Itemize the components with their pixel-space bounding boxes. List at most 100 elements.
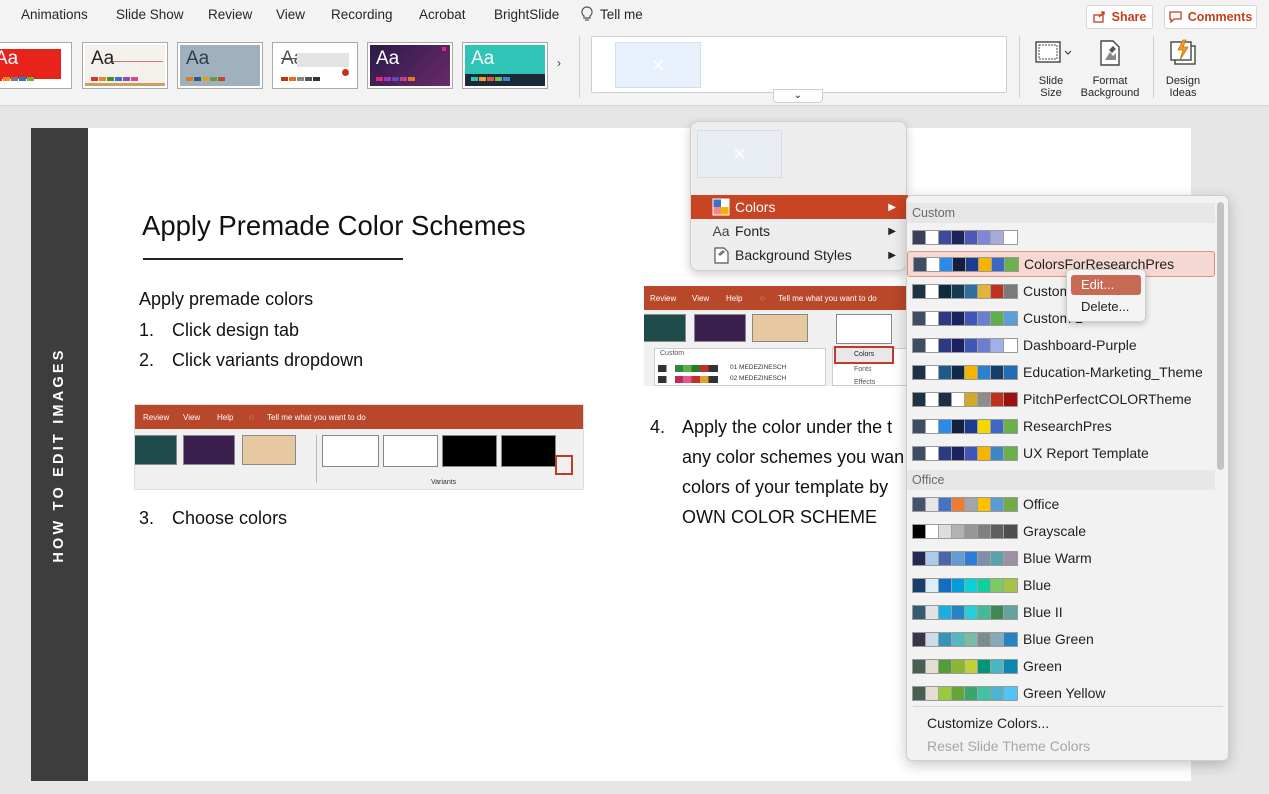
color-swatch <box>991 524 1004 538</box>
color-scheme-row[interactable]: ColorsForResearchPres <box>907 251 1215 277</box>
edit-menu-item[interactable]: Edit... <box>1071 275 1141 295</box>
shot2-row-1: 01 MEDEZINESCH <box>730 364 787 371</box>
variants-more-button[interactable]: ⌄ <box>773 89 823 103</box>
design-ideas-button[interactable]: Design Ideas <box>1161 38 1205 99</box>
step-4-line-3: colors of your template by <box>682 477 889 497</box>
color-scheme-row[interactable]: Blue <box>907 572 1215 598</box>
step-2-text: Click variants dropdown <box>172 350 364 370</box>
colors-menu-screenshot: Review View Help ◌ Tell me what you want… <box>644 286 934 386</box>
color-swatch <box>953 257 966 271</box>
tab-brightslide[interactable]: BrightSlide <box>494 7 559 22</box>
color-scheme-row[interactable]: Education-Marketing_Theme <box>907 359 1215 385</box>
theme-thumbnail-1[interactable]: Aa <box>0 42 72 89</box>
color-swatch <box>952 659 965 673</box>
menu-item-colors[interactable]: Colors ▶ <box>691 195 908 219</box>
color-swatch <box>978 392 991 406</box>
theme-thumbnail-2[interactable]: Aa <box>82 42 168 89</box>
color-swatch <box>913 551 926 565</box>
variant-preview-thumbnail[interactable] <box>697 130 782 178</box>
color-swatch <box>913 284 926 298</box>
color-swatch <box>952 605 965 619</box>
color-swatch <box>1004 284 1017 298</box>
color-swatch <box>991 578 1004 592</box>
slide-size-button[interactable]: Slide Size <box>1030 38 1072 99</box>
menu-item-background-styles[interactable]: Background Styles ▶ <box>691 243 908 267</box>
color-swatch <box>965 659 978 673</box>
color-scheme-row[interactable]: Office <box>907 491 1215 517</box>
theme-aa-label: Aa <box>186 48 210 69</box>
color-swatches <box>912 604 1018 620</box>
variant-thumbnail[interactable] <box>615 42 701 88</box>
color-scheme-row[interactable]: UX Report Template <box>907 440 1215 466</box>
tab-animations[interactable]: Animations <box>21 7 88 22</box>
color-scheme-row[interactable]: Custom <box>907 278 1215 304</box>
tell-me-box[interactable]: Tell me <box>580 6 643 22</box>
color-swatch <box>1004 419 1017 433</box>
color-swatch <box>978 497 991 511</box>
design-ideas-icon <box>1170 39 1196 65</box>
color-scheme-row[interactable]: Dashboard-Purple <box>907 332 1215 358</box>
variants-gallery[interactable] <box>591 36 1007 93</box>
color-scheme-name: Grayscale <box>1023 523 1087 539</box>
color-swatch <box>991 419 1004 433</box>
color-scheme-row[interactable]: Custom 2 <box>907 305 1215 331</box>
color-scheme-row[interactable]: Green <box>907 653 1215 679</box>
share-label: Share <box>1111 10 1147 24</box>
color-swatch <box>926 605 939 619</box>
color-swatch <box>991 632 1004 646</box>
color-swatches <box>912 364 1018 380</box>
color-swatch <box>965 311 978 325</box>
color-swatches <box>912 550 1018 566</box>
color-swatch <box>978 659 991 673</box>
menu-item-fonts[interactable]: Aa Fonts ▶ <box>691 219 908 243</box>
color-swatch <box>952 284 965 298</box>
color-swatch <box>952 338 965 352</box>
color-scheme-row[interactable]: Grayscale <box>907 518 1215 544</box>
title-underline <box>143 258 403 260</box>
color-swatch <box>913 632 926 646</box>
color-swatch <box>913 446 926 460</box>
theme-thumbnail-3[interactable]: Aa <box>177 42 263 89</box>
format-background-label-line1: Format <box>1092 75 1128 87</box>
color-swatch <box>939 632 952 646</box>
color-scheme-row[interactable] <box>907 224 1215 250</box>
tab-review[interactable]: Review <box>208 7 252 22</box>
color-swatch <box>978 284 991 298</box>
color-scheme-row[interactable]: PitchPerfectCOLORTheme <box>907 386 1215 412</box>
customize-colors-button[interactable]: Customize Colors... <box>927 715 1049 731</box>
placeholder-x-icon <box>652 59 664 71</box>
color-scheme-name: PitchPerfectCOLORTheme <box>1023 391 1192 407</box>
lightbulb-icon <box>581 6 593 21</box>
comments-button[interactable]: Comments <box>1164 5 1257 29</box>
tab-view[interactable]: View <box>276 7 305 22</box>
tab-recording[interactable]: Recording <box>331 7 393 22</box>
shot1-tab-review: Review <box>143 413 170 422</box>
share-icon <box>1092 11 1105 23</box>
color-swatch <box>1004 605 1017 619</box>
reset-theme-colors-button[interactable]: Reset Slide Theme Colors <box>927 738 1090 754</box>
tab-acrobat[interactable]: Acrobat <box>419 7 466 22</box>
color-scheme-row[interactable]: ResearchPres <box>907 413 1215 439</box>
color-scheme-row[interactable]: Blue II <box>907 599 1215 625</box>
colors-scrollbar-thumb[interactable] <box>1217 202 1224 470</box>
delete-menu-item[interactable]: Delete... <box>1071 297 1141 317</box>
shot2-row-2: 02 MEDEZINESCH <box>730 375 787 382</box>
format-background-button[interactable]: Format Background <box>1078 38 1142 99</box>
themes-scroll-right-icon[interactable]: › <box>557 56 561 70</box>
color-swatch <box>926 230 939 244</box>
shot1-tab-view: View <box>183 413 201 422</box>
color-scheme-row[interactable]: Green Yellow <box>907 680 1215 706</box>
theme-thumbnail-4[interactable]: Aa <box>272 42 358 89</box>
variants-dropdown-highlight <box>555 455 573 475</box>
color-swatch <box>926 365 939 379</box>
share-button[interactable]: Share <box>1086 5 1153 29</box>
theme-thumbnail-6[interactable]: Aa <box>462 42 548 89</box>
color-scheme-row[interactable]: Blue Warm <box>907 545 1215 571</box>
color-scheme-name: Blue II <box>1023 604 1063 620</box>
color-swatch <box>965 446 978 460</box>
color-swatch <box>952 419 965 433</box>
theme-thumbnail-5[interactable]: Aa <box>367 42 453 89</box>
tab-slide-show[interactable]: Slide Show <box>116 7 184 22</box>
theme-aa-label: Aa <box>0 48 19 69</box>
color-scheme-row[interactable]: Blue Green <box>907 626 1215 652</box>
